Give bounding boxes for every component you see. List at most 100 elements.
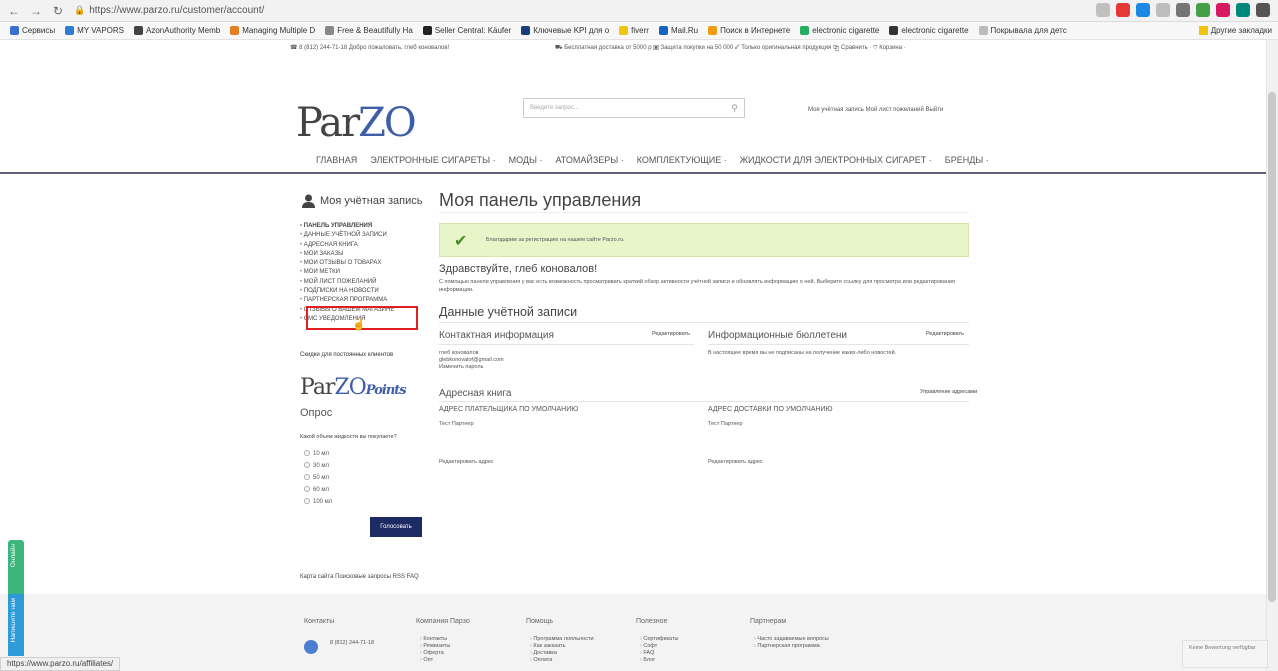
contact-edit-link[interactable]: Редактировать: [652, 331, 690, 337]
other-bookmarks[interactable]: Другие закладки: [1198, 26, 1272, 35]
bookmark-item[interactable]: Ключевые KPI для о: [521, 26, 609, 35]
poll-option[interactable]: 60 мл: [304, 484, 332, 496]
footer-link[interactable]: Доставка: [530, 650, 594, 657]
footer-link[interactable]: Партнерская программа: [754, 643, 829, 650]
poll-option[interactable]: 30 мл: [304, 460, 332, 472]
sidebar-item-affiliate[interactable]: ПАРТНЕРСКАЯ ПРОГРАММА: [300, 296, 394, 305]
poll-option[interactable]: 10 мл: [304, 448, 332, 460]
divider: [708, 344, 969, 345]
sidebar-item-address-book[interactable]: АДРЕСНАЯ КНИГА: [300, 241, 394, 250]
sidebar-item-orders[interactable]: МОИ ЗАКАЗЫ: [300, 250, 394, 259]
page-title: Моя панель управления: [439, 190, 642, 210]
nav-item-atomizers[interactable]: АТОМАЙЗЕРЫ ·: [555, 155, 623, 165]
bookmark-item[interactable]: Покрывала для детс: [978, 26, 1067, 35]
bookmark-item[interactable]: Seller Central: Käufer: [422, 26, 511, 35]
sidebar-item-tags[interactable]: МОИ МЕТКИ: [300, 268, 394, 277]
account-links[interactable]: Моя учётная запись Мой лист пожеланий Вы…: [808, 107, 943, 113]
rating-badge[interactable]: Keine Bewertung verfügbar: [1182, 640, 1268, 668]
url-text: https://www.parzo.ru/customer/account/: [89, 5, 265, 16]
newsletter-title: Информационные бюллетени: [708, 330, 847, 341]
bookmark-item[interactable]: Сервисы: [10, 26, 55, 35]
check-icon: ✔: [454, 233, 468, 250]
footer-phone: 8 (812) 244-71-18: [330, 640, 375, 646]
footer-link[interactable]: Сертификаты: [640, 636, 678, 643]
search-icon[interactable]: [1096, 3, 1110, 17]
nav-item-brands[interactable]: БРЕНДЫ ·: [945, 155, 989, 165]
scroll-thumb[interactable]: [1268, 92, 1276, 602]
bookmark-item[interactable]: MY VAPORS: [65, 26, 124, 35]
radio-icon[interactable]: [304, 486, 310, 493]
sidebar-item-dashboard[interactable]: ПАНЕЛЬ УПРАВЛЕНИЯ: [300, 222, 394, 231]
footer-link[interactable]: Оферта: [420, 650, 450, 657]
footer-col-title: Партнерам: [750, 618, 787, 625]
footer-link[interactable]: Софт: [640, 643, 678, 650]
site-logo[interactable]: ParZO: [296, 100, 417, 146]
sidebar-item-reviews[interactable]: МОИ ОТЗЫВЫ О ТОВАРАХ: [300, 259, 394, 268]
footer-link[interactable]: Программа лояльности: [530, 636, 593, 643]
search-input[interactable]: Введите запрос... ⚲: [523, 98, 745, 118]
nav-item-ecigs[interactable]: ЭЛЕКТРОННЫЕ СИГАРЕТЫ ·: [370, 155, 495, 165]
account-data-title: Данные учётной записи: [439, 305, 578, 319]
nav-item-parts[interactable]: КОМПЛЕКТУЮЩИЕ ·: [637, 155, 727, 165]
footer-link[interactable]: FAQ: [640, 650, 678, 657]
change-password-link[interactable]: Изменить пароль: [439, 364, 483, 371]
bookmark-item[interactable]: fiverr: [619, 26, 649, 35]
sidebar-item-newsletter[interactable]: ПОДПИСКИ НА НОВОСТИ: [300, 287, 394, 296]
online-chat-tab[interactable]: Онлайн: [8, 540, 24, 594]
poll-title: Опрос: [300, 407, 333, 419]
sidebar-item-wishlist[interactable]: МОЙ ЛИСТ ПОЖЕЛАНИЙ: [300, 278, 394, 287]
radio-icon[interactable]: [304, 462, 310, 469]
extension-icon[interactable]: [1196, 3, 1210, 17]
sidebar-item-account-info[interactable]: ДАННЫЕ УЧЁТНОЙ ЗАПИСИ: [300, 231, 394, 240]
extension-icon[interactable]: [1176, 3, 1190, 17]
nav-item-home[interactable]: ГЛАВНАЯ: [316, 155, 357, 165]
footer-link[interactable]: Контакты: [420, 636, 450, 643]
footer-link[interactable]: Опт: [420, 657, 450, 664]
reload-icon[interactable]: ↻: [50, 3, 66, 19]
scrollbar[interactable]: [1266, 40, 1278, 671]
write-us-tab[interactable]: Напишите нам: [8, 594, 24, 656]
footer-col-title: Полезное: [636, 618, 668, 625]
footer-link[interactable]: Оплата: [530, 657, 594, 664]
footer-link[interactable]: Реквизиты: [420, 643, 450, 650]
bookmark-item[interactable]: Managing Multiple D: [230, 26, 315, 35]
bookmark-item[interactable]: Mail.Ru: [658, 26, 698, 35]
manage-addresses-link[interactable]: Управление адресами: [920, 389, 977, 395]
radio-icon[interactable]: [304, 450, 310, 457]
forward-icon[interactable]: →: [28, 3, 44, 19]
billing-edit-link[interactable]: Редактировать адрес: [439, 459, 494, 466]
parzo-points-logo[interactable]: ParZOPoints: [300, 375, 407, 400]
poll-option[interactable]: 100 мл: [304, 496, 332, 508]
radio-icon[interactable]: [304, 498, 310, 505]
loyalty-link[interactable]: Скидки для постоянных клиентов: [300, 352, 393, 358]
extension-icon[interactable]: [1216, 3, 1230, 17]
search-icon[interactable]: ⚲: [731, 103, 738, 114]
footer-link[interactable]: Часто задаваемые вопросы: [754, 636, 828, 643]
shipping-edit-link[interactable]: Редактировать адрес: [708, 459, 763, 466]
extension-icon[interactable]: [1156, 3, 1170, 17]
vote-button[interactable]: Голосовать: [370, 517, 422, 537]
extension-icon[interactable]: [1236, 3, 1250, 17]
bookmark-item[interactable]: AzonAuthority Memb: [133, 26, 220, 35]
newsletter-edit-link[interactable]: Редактировать: [926, 331, 964, 337]
nav-item-liquids[interactable]: ЖИДКОСТИ ДЛЯ ЭЛЕКТРОННЫХ СИГАРЕТ ·: [740, 155, 932, 165]
menu-icon[interactable]: [1256, 3, 1270, 17]
bookmark-item[interactable]: Free & Beautifully Ha: [325, 26, 413, 35]
footer-link[interactable]: Блог: [640, 657, 678, 664]
poll-option[interactable]: 50 мл: [304, 472, 332, 484]
billing-address-title: АДРЕС ПЛАТЕЛЬЩИКА ПО УМОЛЧАНИЮ: [439, 406, 579, 413]
contact-title: Контактная информация: [439, 330, 554, 341]
bookmark-item[interactable]: electronic cigarette: [800, 26, 879, 35]
bookmark-item[interactable]: electronic cigarette: [889, 26, 969, 35]
header-benefits[interactable]: ⛟ Бесплатная доставка от 5000 р ▣ Защита…: [555, 44, 906, 52]
address-bar[interactable]: 🔒 https://www.parzo.ru/customer/account/: [74, 3, 264, 19]
radio-icon[interactable]: [304, 474, 310, 481]
back-icon[interactable]: ←: [6, 3, 22, 19]
footer-link[interactable]: Как заказать: [530, 643, 594, 650]
extension-icon[interactable]: [1136, 3, 1150, 17]
footer-list: Программа лояльности Как заказать Достав…: [530, 636, 594, 664]
footer-links[interactable]: Карта сайта Поисковые запросы RSS FAQ: [300, 574, 419, 580]
extension-icon[interactable]: [1116, 3, 1130, 17]
nav-item-mods[interactable]: МОДЫ ·: [509, 155, 543, 165]
bookmark-item[interactable]: Поиск в Интернете: [708, 26, 790, 35]
